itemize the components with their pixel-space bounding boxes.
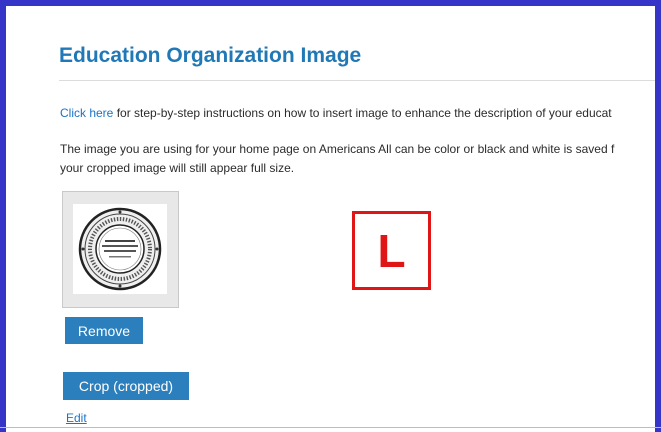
main-content: Education Organization Image Click here …: [55, 6, 655, 432]
l-marker-label: L: [377, 224, 406, 277]
click-here-link[interactable]: Click here: [60, 106, 113, 120]
edit-link[interactable]: Edit: [66, 411, 87, 425]
bottom-divider: [0, 427, 661, 428]
description-line-1: The image you are using for your home pa…: [60, 142, 615, 156]
l-marker-box: L: [352, 211, 431, 290]
image-preview: [62, 191, 179, 308]
crop-button[interactable]: Crop (cropped): [63, 372, 189, 400]
circular-seal-icon: [78, 207, 162, 291]
title-divider: [59, 80, 655, 81]
instructions-text: Click here for step-by-step instructions…: [60, 105, 612, 122]
image-preview-inner: [73, 204, 167, 294]
remove-button[interactable]: Remove: [65, 317, 143, 344]
window-frame: Education Organization Image Click here …: [0, 0, 661, 432]
instructions-body: for step-by-step instructions on how to …: [113, 106, 612, 120]
description-line-2: your cropped image will still appear ful…: [60, 161, 295, 175]
page-title: Education Organization Image: [59, 44, 362, 67]
